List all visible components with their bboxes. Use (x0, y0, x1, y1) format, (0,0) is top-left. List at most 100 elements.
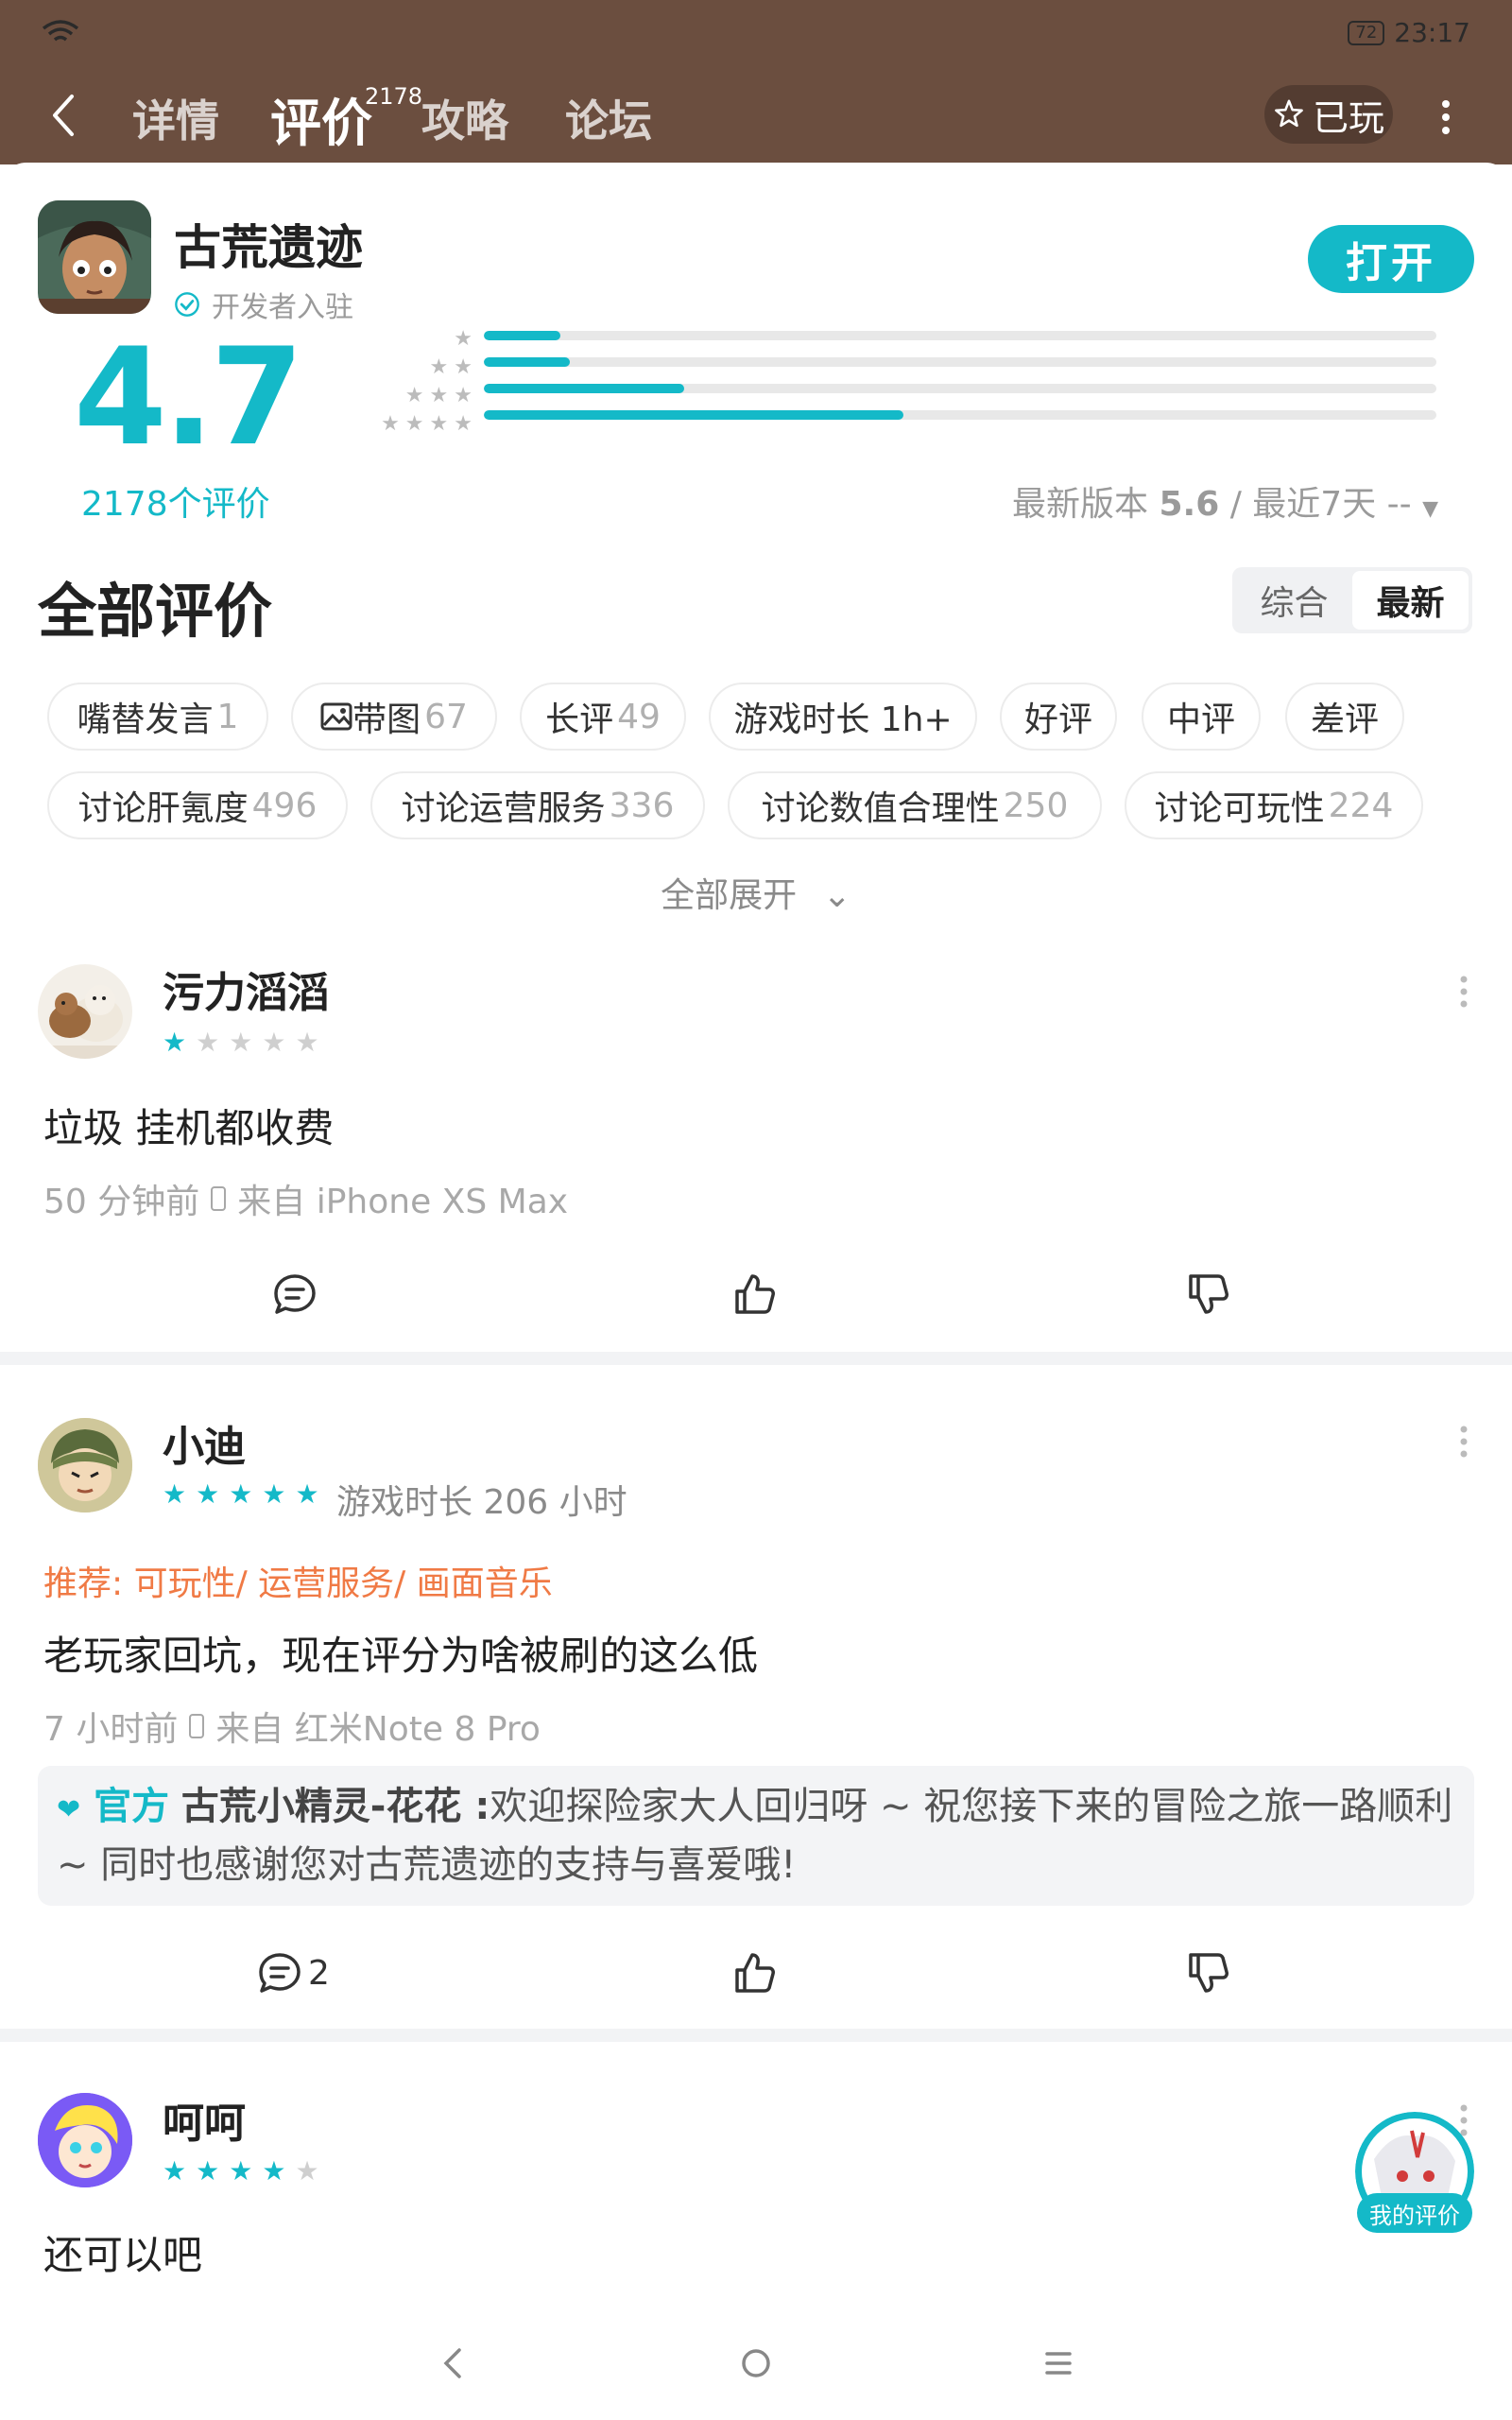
dislike-button[interactable] (1185, 1949, 1242, 1996)
open-button[interactable]: 打开 (1308, 225, 1474, 293)
filter-chip[interactable]: 讨论运营服务 336 (370, 771, 705, 839)
filter-chip[interactable]: 讨论数值合理性 250 (728, 771, 1102, 839)
chip-label: 讨论运营服务 (401, 789, 606, 828)
thumbs-up-icon (735, 1953, 775, 1993)
comment-button[interactable] (272, 1270, 329, 1318)
filter-chip[interactable]: 嘴替发言 1 (47, 683, 268, 751)
avatar[interactable] (38, 2093, 132, 2187)
tab-details[interactable]: 详情 (132, 87, 219, 149)
more-vertical-icon[interactable] (1438, 98, 1453, 136)
version-prefix: 最新版本 (1012, 485, 1149, 524)
review-device: 来自 红米Note 8 Pro (215, 1710, 541, 1749)
star-icon: ★ (262, 1478, 286, 1510)
official-reply[interactable]: ❤︎ 官方 古荒小精灵-花花 :欢迎探险家大人回归呀 ~ 祝您接下来的冒险之旅一… (38, 1766, 1474, 1906)
top-bar: 72 23:17 详情 评价 2178 攻略 论坛 已玩 (0, 0, 1512, 164)
battery-indicator: 72 (1348, 20, 1385, 45)
more-vertical-icon[interactable] (1459, 1426, 1469, 1458)
star-icon: ★ (295, 1478, 319, 1510)
chip-count: 49 (617, 697, 661, 736)
chip-count: 67 (424, 697, 468, 736)
filter-chip[interactable]: 带图 67 (291, 683, 497, 751)
star-icon: ★ (163, 2155, 187, 2187)
comment-count: 2 (308, 1953, 330, 1993)
star-icon: ★ (196, 1478, 220, 1510)
wifi-icon (42, 20, 79, 42)
filter-chip[interactable]: 差评 (1285, 683, 1404, 751)
star-icon: ★ (229, 1478, 253, 1510)
chip-label: 嘴替发言 (77, 700, 214, 739)
sort-latest[interactable]: 最新 (1352, 571, 1469, 630)
nav-home-icon[interactable] (728, 2335, 784, 2392)
image-icon (320, 702, 352, 731)
phone-icon (211, 1186, 227, 1211)
filter-chip[interactable]: 讨论肝氪度 496 (47, 771, 348, 839)
version-number: 5.6 (1159, 485, 1220, 524)
review-device: 来自 iPhone XS Max (237, 1183, 569, 1221)
thumbs-up-icon (735, 1274, 775, 1314)
tab-forum[interactable]: 论坛 (565, 87, 652, 149)
played-button[interactable]: 已玩 (1264, 85, 1393, 144)
clock: 23:17 (1394, 17, 1470, 48)
avatar[interactable] (38, 1418, 132, 1512)
official-check-icon: ❤︎ (57, 1793, 81, 1826)
back-arrow-icon[interactable] (49, 93, 76, 138)
more-vertical-icon[interactable] (1459, 2104, 1469, 2136)
version-filter[interactable]: 最新版本 5.6 / 最近7天 -- ▼ (1012, 476, 1438, 526)
review-username[interactable]: 呵呵 (163, 2089, 246, 2150)
review-username[interactable]: 污力滔滔 (163, 959, 329, 1019)
expand-all-button[interactable]: 全部展开 ⌄ (0, 868, 1512, 917)
chip-label: 差评 (1311, 700, 1380, 739)
chip-label: 讨论肝氪度 (77, 789, 249, 828)
review-recommend-tags: 推荐: 可玩性/ 运营服务/ 画面音乐 (43, 1564, 553, 1603)
rating-bar-fill (484, 357, 570, 367)
app-icon (38, 200, 151, 314)
star-icon: ★ (454, 355, 472, 379)
star-icon: ★ (229, 1027, 253, 1058)
chip-label: 中评 (1167, 700, 1236, 739)
review-stars: ★ ★ ★ ★ ★ (163, 1478, 319, 1510)
one-star-row: ★ (350, 325, 472, 354)
my-review-label[interactable]: 我的评价 (1357, 2193, 1472, 2233)
review-divider (0, 2029, 1512, 2042)
rating-count[interactable]: 2178个评价 (81, 476, 270, 526)
avatar[interactable] (38, 964, 132, 1059)
comment-button[interactable]: 2 (257, 1949, 361, 1996)
played-label: 已玩 (1312, 96, 1384, 139)
sort-comprehensive[interactable]: 综合 (1236, 571, 1352, 630)
chip-label: 游戏时长 1h+ (733, 700, 953, 739)
filter-chip[interactable]: 讨论可玩性 224 (1125, 771, 1423, 839)
star-icon: ★ (295, 1027, 319, 1058)
rating-bar (484, 384, 1436, 393)
like-button[interactable] (731, 1270, 788, 1318)
system-nav-bar (0, 2307, 1512, 2420)
star-icon: ★ (295, 2155, 319, 2187)
rating-bar-fill (484, 331, 560, 340)
review-text: 垃圾 挂机都收费 (43, 1105, 335, 1151)
review-stars: ★ ★ ★ ★ ★ (163, 1027, 319, 1058)
filter-chip[interactable]: 中评 (1142, 683, 1261, 751)
chevron-down-icon: ⌄ (822, 876, 851, 915)
review-divider (0, 1352, 1512, 1365)
filter-chip[interactable]: 长评 49 (520, 683, 686, 751)
review-time: 7 小时前 (43, 1710, 179, 1749)
star-icon: ★ (262, 2155, 286, 2187)
tab-reviews[interactable]: 评价 (270, 81, 372, 156)
star-icon: ★ (454, 412, 472, 436)
review-count-superscript: 2178 (365, 83, 423, 110)
filter-chip[interactable]: 游戏时长 1h+ (709, 683, 977, 751)
filter-chip[interactable]: 好评 (1000, 683, 1117, 751)
nav-back-icon[interactable] (425, 2335, 482, 2392)
review-meta: 50 分钟前 来自 iPhone XS Max (43, 1174, 568, 1223)
tab-guides[interactable]: 攻略 (421, 87, 508, 149)
like-button[interactable] (731, 1949, 788, 1996)
rating-bar-fill (484, 410, 903, 420)
star-icon: ★ (262, 1027, 286, 1058)
comment-icon (259, 1953, 301, 1993)
dislike-button[interactable] (1185, 1270, 1242, 1318)
review-username[interactable]: 小迪 (163, 1412, 246, 1473)
nav-menu-icon[interactable] (1030, 2335, 1087, 2392)
chip-label: 带图 (352, 700, 421, 739)
more-vertical-icon[interactable] (1459, 976, 1469, 1008)
star-icon: ★ (404, 384, 424, 407)
thumbs-down-icon (1189, 1274, 1228, 1314)
